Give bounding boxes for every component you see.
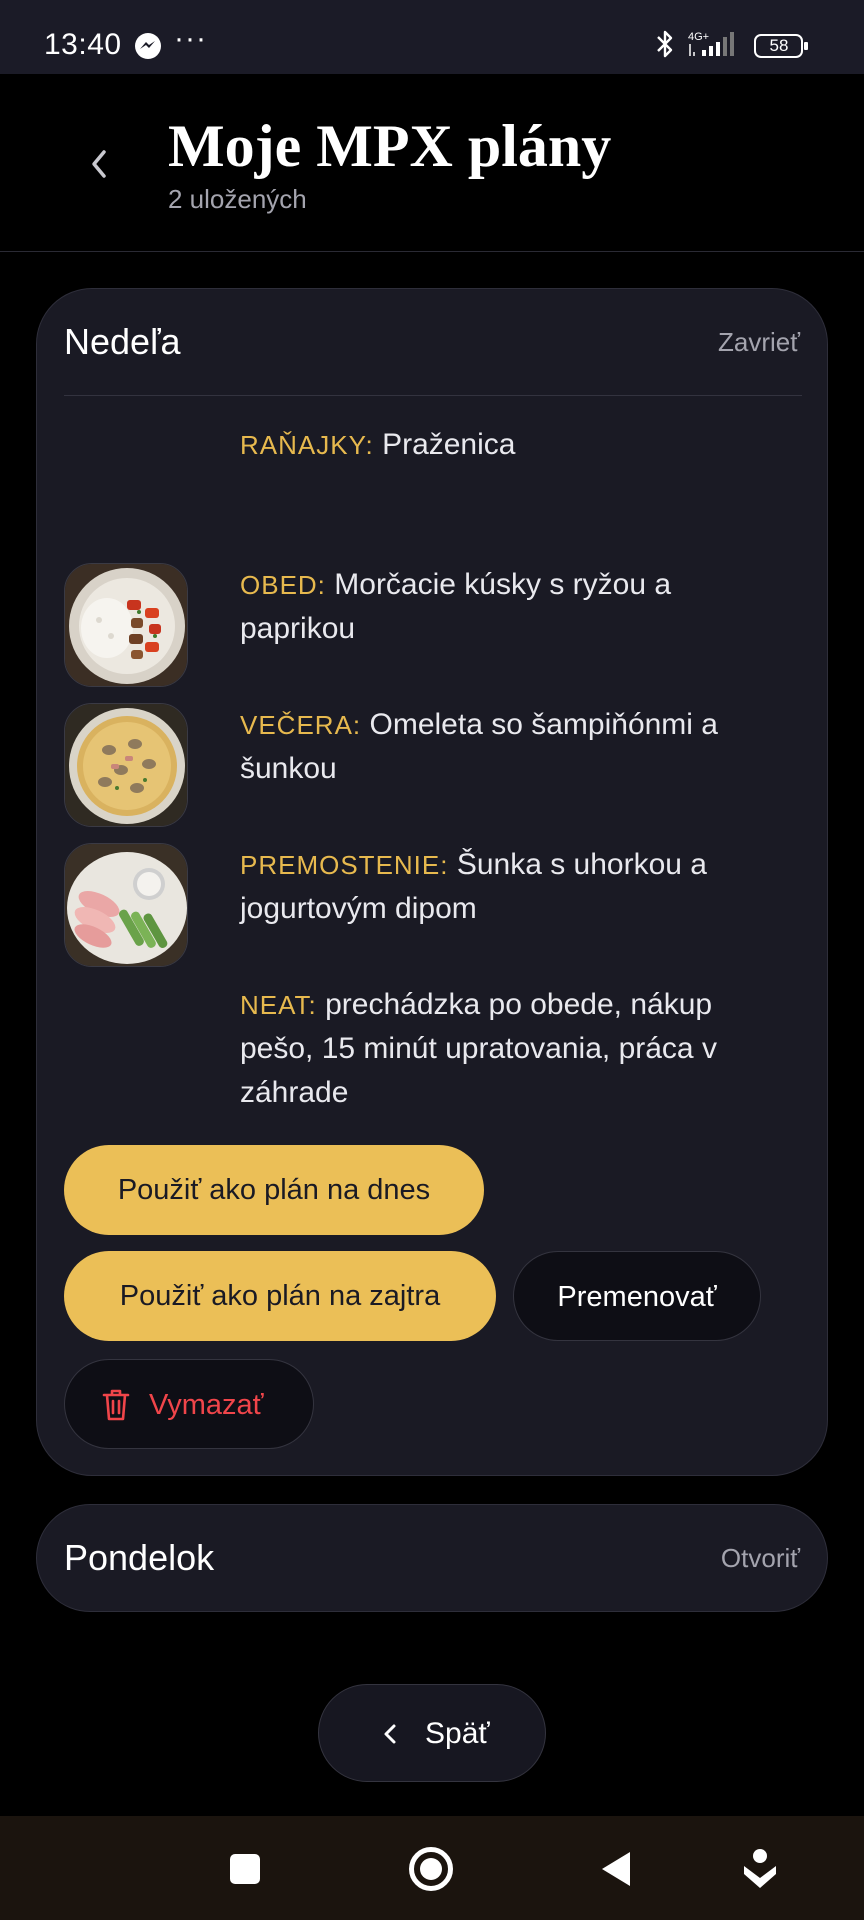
meal-name: Praženica xyxy=(382,428,516,461)
plan-day-title: Nedeľa xyxy=(64,321,181,362)
meal-label: VEČERA: xyxy=(240,710,362,740)
meal-label: RAŇAJKY: xyxy=(240,430,374,460)
meal-label: NEAT: xyxy=(240,990,317,1020)
system-navigation-bar xyxy=(0,1816,864,1920)
network-type-label: 4G+ xyxy=(688,31,709,43)
app-header: Moje MPX plány 2 uložených xyxy=(0,74,864,252)
meal-label: PREMOSTENIE: xyxy=(240,850,449,880)
assistant-icon[interactable] xyxy=(742,1848,778,1890)
back-button-label: Späť xyxy=(425,1717,490,1750)
page-title: Moje MPX plány xyxy=(168,113,612,179)
messenger-icon xyxy=(135,33,161,59)
status-time: 13:40 xyxy=(44,28,122,61)
bridge-food-image xyxy=(64,843,188,967)
plan-card-expanded: Nedeľa Zavrieť RAŇAJKY: Praženica OBED: … xyxy=(36,288,828,1476)
meal-bridge-text: PREMOSTENIE: Šunka s uhorkou a jogurtový… xyxy=(240,843,780,931)
bluetooth-icon xyxy=(657,30,673,58)
meal-neat-text: NEAT: prechádzka po obede, nákup pešo, 1… xyxy=(240,983,780,1115)
use-plan-today-button[interactable]: Použiť ako plán na dnes xyxy=(64,1145,484,1235)
dinner-food-image xyxy=(64,703,188,827)
use-plan-tomorrow-button[interactable]: Použiť ako plán na zajtra xyxy=(64,1251,496,1341)
status-bar: 13:40 ··· 4G+ 58 xyxy=(0,0,864,74)
meal-dinner-text: VEČERA: Omeleta so šampiňónmi a šunkou xyxy=(240,703,780,791)
meal-lunch-text: OBED: Morčacie kúsky s ryžou a paprikou xyxy=(240,563,780,651)
more-notifications-icon: ··· xyxy=(174,22,207,55)
divider xyxy=(64,395,802,396)
plan-card-collapsed[interactable]: Pondelok Otvoriť xyxy=(36,1504,828,1612)
delete-label: Vymazať xyxy=(149,1389,264,1421)
signal-icon: 4G+ xyxy=(688,31,734,56)
back-chevron-icon[interactable] xyxy=(84,144,114,184)
battery-level: 58 xyxy=(769,36,789,55)
trash-icon xyxy=(102,1389,130,1421)
rename-plan-button[interactable]: Premenovať xyxy=(513,1251,761,1341)
back-button[interactable]: Späť xyxy=(318,1684,546,1782)
chevron-left-icon xyxy=(384,1724,396,1744)
home-icon[interactable] xyxy=(408,1846,454,1892)
delete-plan-button[interactable]: Vymazať xyxy=(64,1359,314,1449)
open-plan-link[interactable]: Otvoriť xyxy=(721,1543,800,1574)
page-subtitle: 2 uložených xyxy=(168,184,307,214)
plan-day-title: Pondelok xyxy=(64,1537,215,1578)
close-plan-link[interactable]: Zavrieť xyxy=(718,327,800,358)
recent-apps-icon[interactable] xyxy=(229,1853,261,1885)
back-triangle-icon[interactable] xyxy=(600,1850,632,1888)
meal-label: OBED: xyxy=(240,570,326,600)
lunch-food-image xyxy=(64,563,188,687)
meal-breakfast-text: RAŇAJKY: Praženica xyxy=(240,423,780,467)
